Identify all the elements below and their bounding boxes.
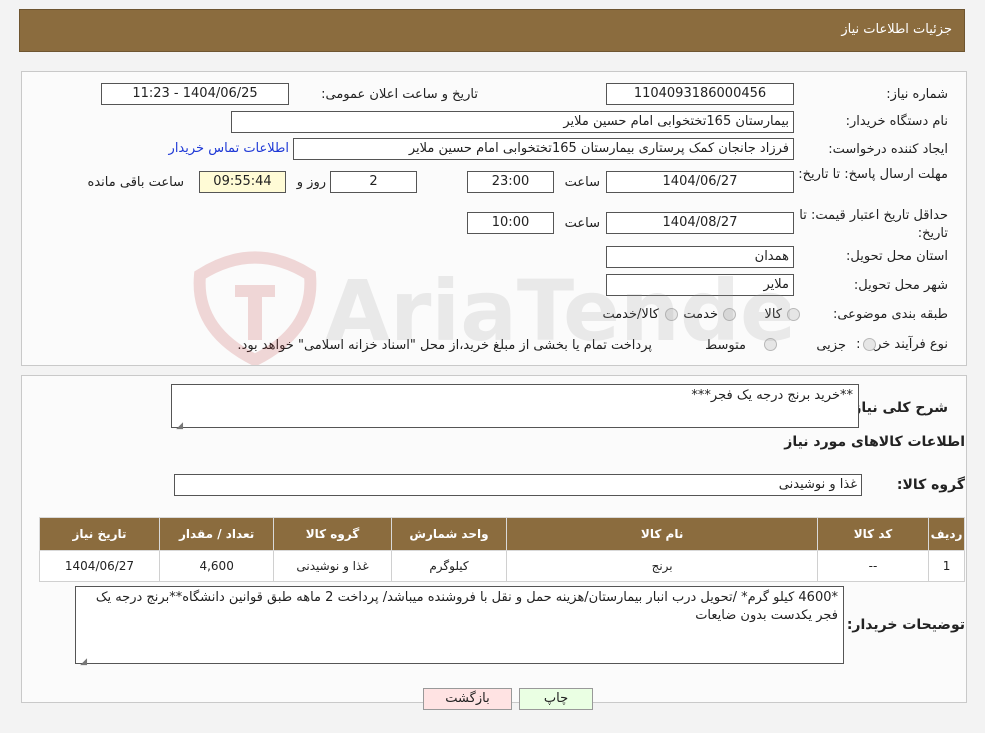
cell-row: 1 [928,550,965,582]
city-field: ملایر [606,274,794,296]
process-option-medium: متوسط [705,338,746,353]
city-label: شهر محل تحویل: [853,278,948,293]
th-name: نام کالا [506,517,818,551]
deadline-time-label: ساعت [564,175,600,190]
deadline-label: مهلت ارسال پاسخ: تا تاریخ: [798,167,948,182]
th-quantity: تعداد / مقدار [158,517,275,551]
buyer-notes-textarea: *4600 کیلو گرم* /تحویل درب انبار بیمارست… [75,586,844,667]
th-unit: واحد شمارش [390,517,508,551]
category-option-goods: کالا [764,307,782,322]
validity-date-field: 1404/08/27 [606,212,794,234]
th-date: تاریخ نیاز [39,517,160,551]
deadline-time-field: 23:00 [467,171,554,193]
resize-grip-icon[interactable]: ◢ [175,417,183,431]
category-radio-service[interactable] [723,308,736,321]
category-option-goods-service: کالا/خدمت [602,307,659,322]
validity-time-label: ساعت [564,216,600,231]
group-field: غذا و نوشیدنی [174,474,862,496]
need-number-field: 1104093186000456 [606,83,794,105]
buyer-notes-value: *4600 کیلو گرم* /تحویل درب انبار بیمارست… [95,590,838,623]
goods-section-title: اطلاعات کالاهای مورد نیاز [784,434,965,450]
cell-date: 1404/06/27 [39,550,160,582]
category-label: طبقه بندی موضوعی: [832,307,948,322]
deadline-date-field: 1404/06/27 [606,171,794,193]
days-field: 2 [330,171,417,193]
process-radio-minor[interactable] [863,338,876,351]
process-note: پرداخت تمام یا بخشی از مبلغ خرید،از محل … [237,338,652,353]
province-label: استان محل تحویل: [846,249,948,264]
resize-grip-icon[interactable]: ◢ [79,653,87,667]
summary-textarea: **خرید برنج درجه یک فجر*** ◢ [171,384,859,431]
process-radio-medium[interactable] [764,338,777,351]
goods-table: ردیف کد کالا نام کالا واحد شمارش گروه کا… [39,517,965,582]
buyer-field: بیمارستان 165تختخوابی امام حسین ملایر [231,111,794,133]
remaining-label: ساعت باقی مانده [87,175,184,190]
category-radio-goods[interactable] [787,308,800,321]
cell-unit: کیلوگرم [390,550,508,582]
back-button[interactable]: بازگشت [423,688,512,710]
remaining-time-field: 09:55:44 [199,171,286,193]
cell-code: -- [816,550,930,582]
summary-value: **خرید برنج درجه یک فجر*** [691,388,853,403]
validity-time-field: 10:00 [467,212,554,234]
process-option-minor: جزیی [816,338,846,353]
cell-name: برنج [506,550,818,582]
buyer-notes-label: توضیحات خریدار: [846,617,965,633]
th-row: ردیف [928,517,965,551]
page-title: جزئیات اطلاعات نیاز [841,22,952,37]
category-option-service: خدمت [683,307,718,322]
th-code: کد کالا [816,517,930,551]
category-radio-goods-service[interactable] [665,308,678,321]
summary-label: شرح کلی نیاز: [847,400,948,416]
announce-field: 1404/06/25 - 11:23 [101,83,289,105]
creator-label: ایجاد کننده درخواست: [828,142,948,157]
need-number-label: شماره نیاز: [886,87,948,102]
province-field: همدان [606,246,794,268]
goods-table-header: ردیف کد کالا نام کالا واحد شمارش گروه کا… [39,517,965,551]
creator-field: فرزاد جانجان کمک پرستاری بیمارستان 165تخ… [293,138,794,160]
validity-label: حداقل تاریخ اعتبار قیمت: تا تاریخ: [799,208,948,241]
print-button[interactable]: چاپ [519,688,593,710]
th-group: گروه کالا [273,517,392,551]
days-label: روز و [296,175,326,190]
page-header: جزئیات اطلاعات نیاز [19,9,965,52]
buyer-label: نام دستگاه خریدار: [845,114,948,129]
table-row: 1 -- برنج کیلوگرم غذا و نوشیدنی 4,600 14… [39,550,965,582]
cell-group: غذا و نوشیدنی [273,550,392,582]
cell-quantity: 4,600 [158,550,275,582]
announce-label: تاریخ و ساعت اعلان عمومی: [321,87,478,102]
info-panel: شماره نیاز: 1104093186000456 تاریخ و ساع… [21,71,967,366]
contact-info-link[interactable]: اطلاعات تماس خریدار [169,141,289,156]
group-label: گروه کالا: [896,477,965,493]
